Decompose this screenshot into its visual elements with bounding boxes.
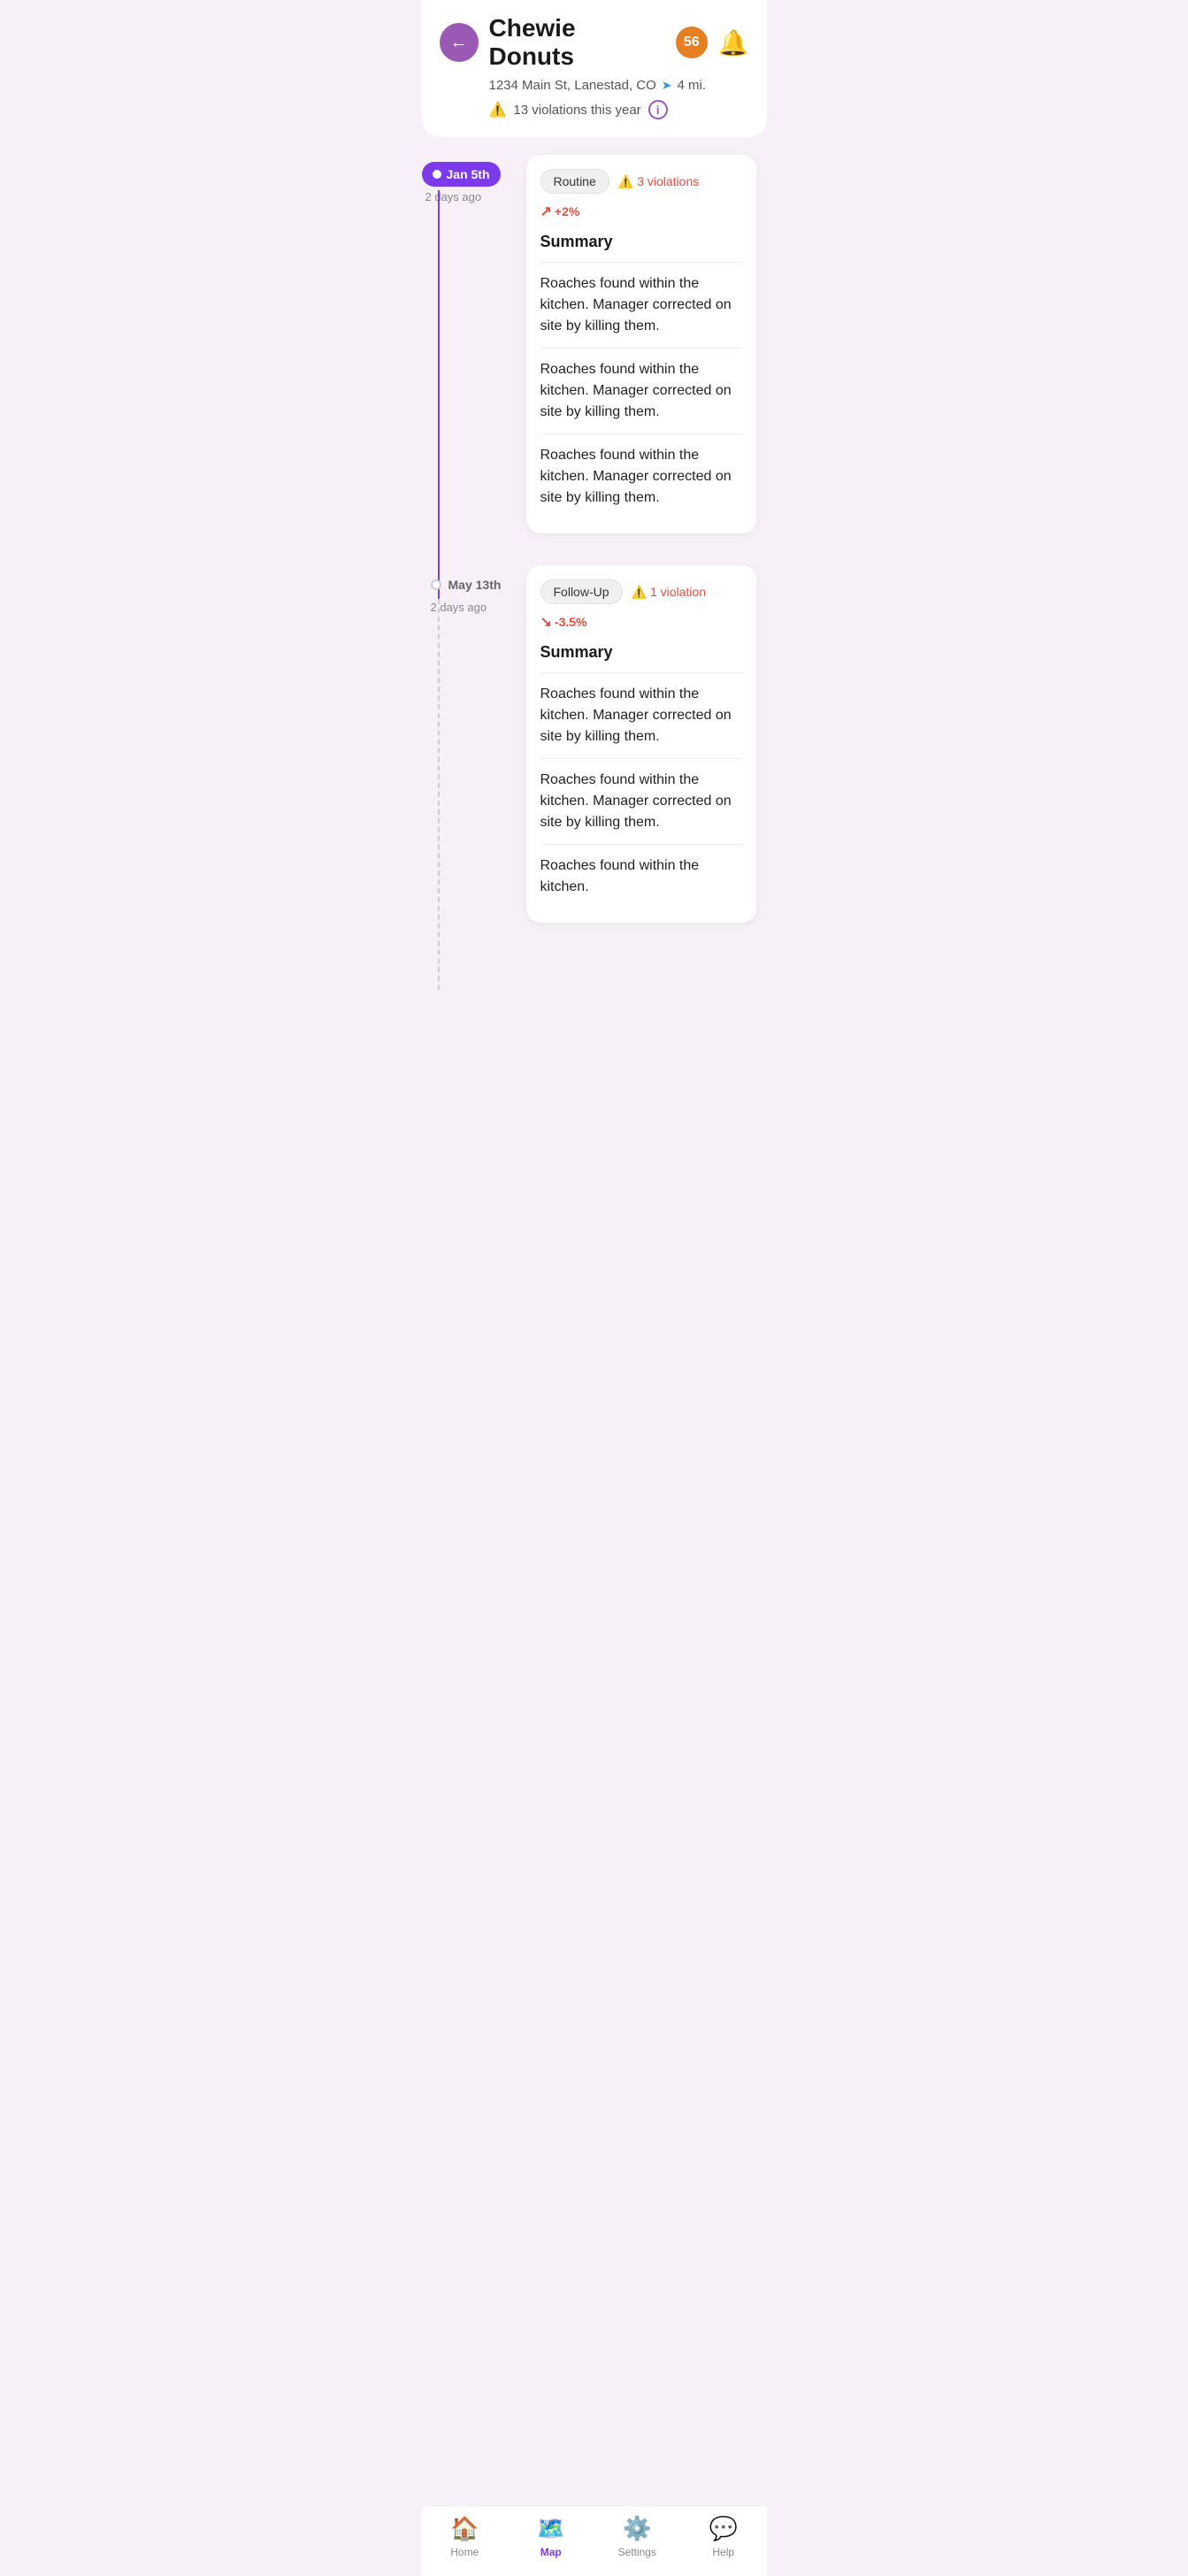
settings-icon: ⚙️	[623, 2515, 651, 2542]
trend-indicator-up: ↗ +2%	[540, 203, 580, 220]
violations-count: ⚠️ 3 violations	[618, 174, 699, 189]
inspection-type-badge: Routine	[540, 169, 609, 194]
header: ← Chewie Donuts 56 🔔 1234 Main St, Lanes…	[422, 0, 767, 137]
violations-count-followup: ⚠️ 1 violation	[632, 585, 706, 600]
location-icon: ➤	[662, 78, 672, 93]
time-ago-jan5: 2 days ago	[422, 190, 519, 203]
trend-indicator-down: ↘ -3.5%	[540, 613, 587, 631]
summary-title-followup: Summary	[540, 643, 742, 662]
inspection-card-routine: Routine ⚠️ 3 violations ↗ +2% Summary Ro…	[526, 155, 756, 533]
inspection-card-followup: Follow-Up ⚠️ 1 violation ↘ -3.5% Summary…	[526, 565, 756, 923]
distance-text: 4 mi.	[678, 78, 707, 93]
nav-map-label: Map	[540, 2546, 562, 2558]
summary-item-2: Roaches found within the kitchen. Manage…	[540, 433, 742, 519]
violation-warning-icon-2: ⚠️	[632, 585, 647, 600]
address-text: 1234 Main St, Lanestad, CO	[489, 78, 656, 93]
notification-bell-icon[interactable]: 🔔	[718, 28, 749, 58]
followup-summary-item-0: Roaches found within the kitchen. Manage…	[540, 672, 742, 758]
info-icon[interactable]: i	[648, 100, 668, 119]
restaurant-title: Chewie Donuts	[489, 14, 667, 71]
nav-settings-label: Settings	[618, 2546, 656, 2558]
bottom-nav: 🏠 Home 🗺️ Map ⚙️ Settings 💬 Help	[422, 2505, 767, 2576]
summary-item-1: Roaches found within the kitchen. Manage…	[540, 348, 742, 433]
violation-warning-icon: ⚠️	[618, 174, 633, 189]
inspection-type-badge-followup: Follow-Up	[540, 579, 623, 604]
timeline-item-jan5: Jan 5th 2 days ago Routine ⚠️ 3 violatio…	[422, 155, 767, 565]
back-button[interactable]: ←	[440, 23, 479, 62]
yearly-violations-text: 13 violations this year	[513, 103, 640, 118]
nav-home[interactable]: 🏠 Home	[438, 2515, 491, 2558]
nav-settings[interactable]: ⚙️ Settings	[610, 2515, 663, 2558]
timeline-item-may13: May 13th 2 days ago Follow-Up ⚠️ 1 viola…	[422, 565, 767, 954]
followup-summary-item-1: Roaches found within the kitchen. Manage…	[540, 758, 742, 844]
help-icon: 💬	[709, 2515, 738, 2542]
home-icon: 🏠	[450, 2515, 479, 2542]
followup-summary-item-2: Roaches found within the kitchen.	[540, 844, 742, 908]
trend-arrow-down-icon: ↘	[540, 613, 552, 631]
nav-map[interactable]: 🗺️ Map	[525, 2515, 578, 2558]
date-badge-may13: May 13th	[422, 572, 519, 597]
nav-help[interactable]: 💬 Help	[697, 2515, 750, 2558]
violation-badge: 56	[676, 27, 708, 58]
trend-arrow-up-icon: ↗	[540, 203, 552, 220]
date-badge-jan5: Jan 5th	[422, 162, 501, 187]
nav-home-label: Home	[450, 2546, 479, 2558]
timeline: Jan 5th 2 days ago Routine ⚠️ 3 violatio…	[422, 137, 767, 972]
nav-help-label: Help	[712, 2546, 734, 2558]
summary-item-0: Roaches found within the kitchen. Manage…	[540, 262, 742, 348]
warning-icon: ⚠️	[489, 101, 507, 119]
summary-title: Summary	[540, 233, 742, 251]
time-ago-may13: 2 days ago	[422, 601, 519, 614]
map-icon: 🗺️	[537, 2515, 565, 2542]
